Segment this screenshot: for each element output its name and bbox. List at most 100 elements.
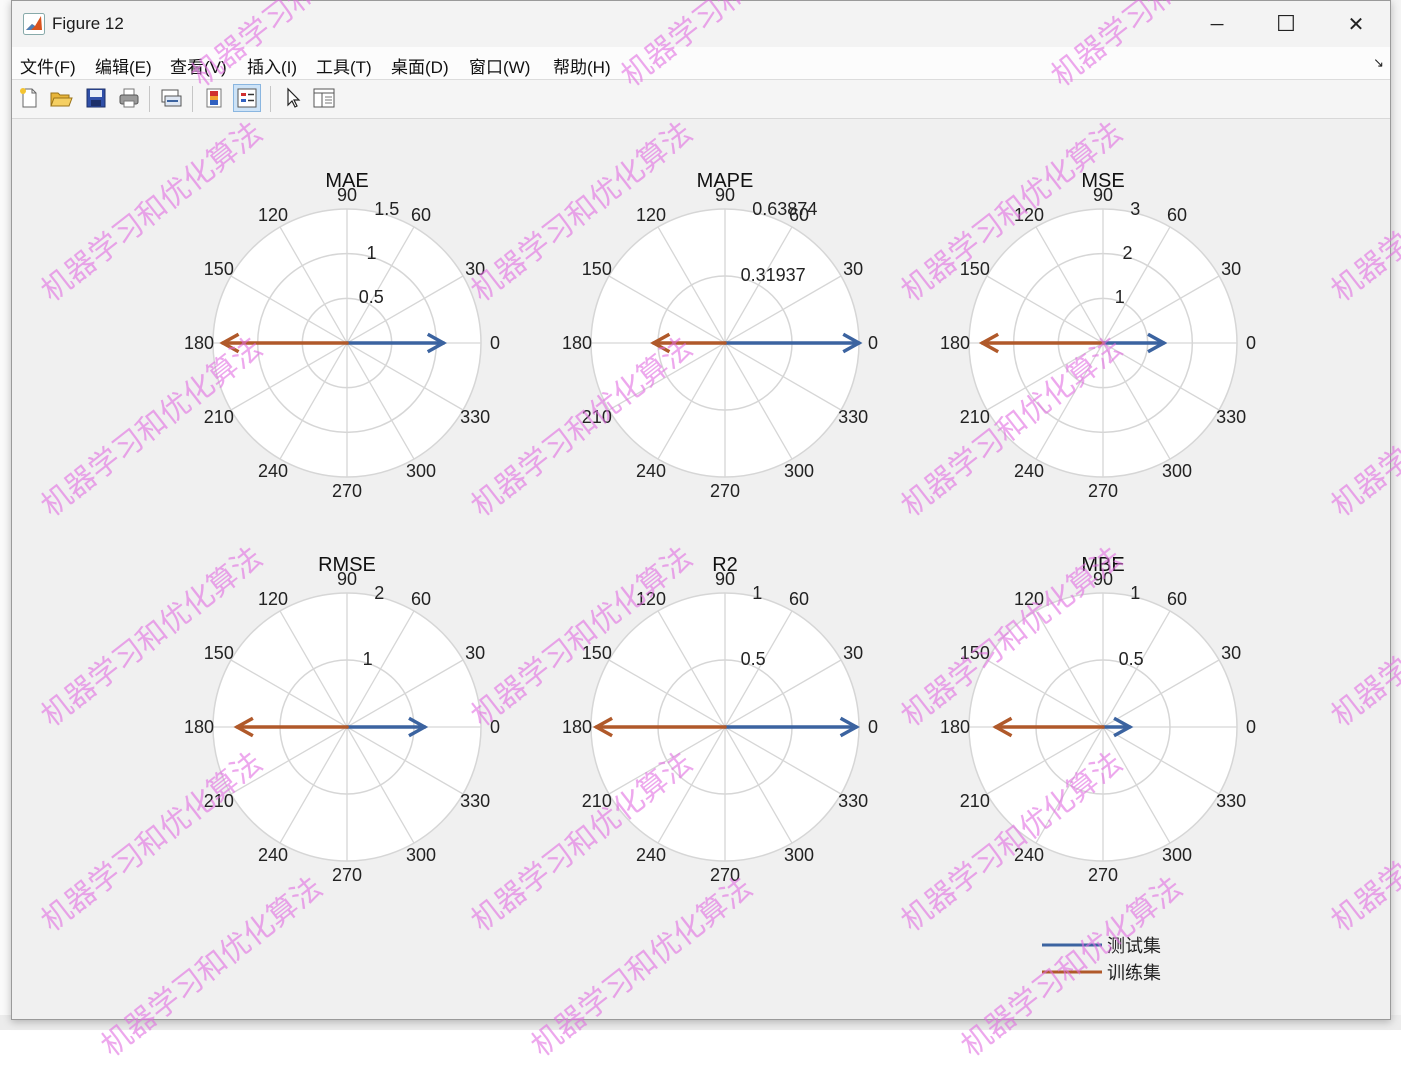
r-tick-label: 1 bbox=[367, 243, 377, 263]
r-tick-label: 0.31937 bbox=[741, 265, 806, 285]
title-bar[interactable]: Figure 12 ─ ☐ ✕ bbox=[12, 1, 1390, 47]
polar-title: RMSE bbox=[318, 554, 376, 576]
link-plot-button[interactable] bbox=[157, 84, 185, 112]
r-tick-label: 1 bbox=[1130, 583, 1140, 603]
save-button[interactable] bbox=[82, 84, 110, 112]
theta-tick-label: 240 bbox=[1014, 461, 1044, 481]
matlab-app-icon bbox=[23, 13, 45, 35]
theta-tick-label: 270 bbox=[710, 865, 740, 885]
theta-tick-label: 150 bbox=[204, 259, 234, 279]
open-file-icon bbox=[50, 92, 73, 107]
edit-plot-button[interactable] bbox=[278, 84, 306, 112]
theta-tick-label: 270 bbox=[1088, 865, 1118, 885]
property-inspector-button[interactable] bbox=[310, 84, 338, 112]
r-tick-label: 2 bbox=[1123, 243, 1133, 263]
insert-legend-icon bbox=[237, 88, 257, 108]
minimize-button[interactable]: ─ bbox=[1188, 5, 1246, 43]
polar-title: MAE bbox=[325, 170, 368, 192]
menu-tools[interactable]: 工具(T) bbox=[316, 53, 372, 78]
property-inspector-icon bbox=[313, 88, 335, 108]
r-tick-label: 1 bbox=[752, 583, 762, 603]
theta-tick-label: 180 bbox=[940, 717, 970, 737]
new-figure-icon bbox=[20, 88, 37, 108]
menu-overflow-icon[interactable]: ↘ bbox=[1373, 55, 1384, 71]
print-button[interactable] bbox=[115, 84, 143, 112]
menu-desktop[interactable]: 桌面(D) bbox=[391, 53, 449, 78]
menu-window[interactable]: 窗口(W) bbox=[469, 53, 530, 78]
theta-tick-label: 150 bbox=[960, 259, 990, 279]
polar-axes-r2[interactable]: 0.510306090120150180210240270300330R2 bbox=[562, 554, 878, 885]
theta-tick-label: 60 bbox=[789, 205, 809, 225]
theta-tick-label: 330 bbox=[1216, 407, 1246, 427]
r-tick-label: 0.5 bbox=[1119, 649, 1144, 669]
menu-edit[interactable]: 编辑(E) bbox=[95, 53, 152, 78]
theta-tick-label: 60 bbox=[411, 205, 431, 225]
theta-tick-label: 60 bbox=[1167, 205, 1187, 225]
theta-tick-label: 120 bbox=[258, 205, 288, 225]
polar-axes-mae[interactable]: 0.511.50306090120150180210240270300330MA… bbox=[184, 170, 500, 501]
theta-tick-label: 300 bbox=[784, 845, 814, 865]
polar-axes-mse[interactable]: 1230306090120150180210240270300330MSE bbox=[940, 170, 1256, 501]
menu-help[interactable]: 帮助(H) bbox=[553, 53, 611, 78]
theta-tick-label: 300 bbox=[406, 461, 436, 481]
insert-legend-button[interactable] bbox=[233, 84, 261, 112]
theta-tick-label: 180 bbox=[940, 333, 970, 353]
theta-tick-label: 180 bbox=[562, 333, 592, 353]
maximize-icon: ☐ bbox=[1276, 11, 1296, 36]
theta-tick-label: 0 bbox=[1246, 717, 1256, 737]
new-figure-button[interactable] bbox=[15, 84, 43, 112]
polar-axes-mape[interactable]: 0.319370.6387403060901201501802102402703… bbox=[562, 170, 878, 501]
menu-insert[interactable]: 插入(I) bbox=[247, 53, 297, 78]
close-button[interactable]: ✕ bbox=[1327, 5, 1385, 43]
theta-tick-label: 150 bbox=[582, 643, 612, 663]
theta-tick-label: 240 bbox=[258, 845, 288, 865]
minimize-icon: ─ bbox=[1210, 13, 1224, 34]
theta-tick-label: 330 bbox=[460, 791, 490, 811]
figure-toolbar bbox=[12, 80, 1390, 119]
open-file-button[interactable] bbox=[47, 84, 75, 112]
menu-file[interactable]: 文件(F) bbox=[20, 53, 76, 78]
polar-axes-rmse[interactable]: 120306090120150180210240270300330RMSE bbox=[184, 554, 500, 885]
toolbar-separator bbox=[149, 86, 150, 112]
polar-title: R2 bbox=[712, 554, 738, 576]
theta-tick-label: 0 bbox=[490, 717, 500, 737]
theta-tick-label: 210 bbox=[582, 791, 612, 811]
theta-tick-label: 210 bbox=[960, 407, 990, 427]
insert-colorbar-icon bbox=[206, 88, 222, 108]
theta-tick-label: 270 bbox=[332, 865, 362, 885]
menu-bar: 文件(F) 编辑(E) 查看(V) 插入(I) 工具(T) 桌面(D) 窗口(W… bbox=[12, 47, 1390, 80]
r-tick-label: 0.5 bbox=[741, 649, 766, 669]
theta-tick-label: 240 bbox=[636, 461, 666, 481]
insert-colorbar-button[interactable] bbox=[200, 84, 228, 112]
r-tick-label: 1 bbox=[1115, 287, 1125, 307]
theta-tick-label: 300 bbox=[1162, 461, 1192, 481]
theta-tick-label: 120 bbox=[1014, 205, 1044, 225]
r-tick-label: 3 bbox=[1130, 199, 1140, 219]
theta-tick-label: 30 bbox=[465, 643, 485, 663]
r-tick-label: 2 bbox=[374, 583, 384, 603]
polar-title: MSE bbox=[1081, 170, 1124, 192]
theta-tick-label: 0 bbox=[1246, 333, 1256, 353]
legend-label-train: 训练集 bbox=[1107, 963, 1161, 983]
polar-axes-mbe[interactable]: 0.510306090120150180210240270300330MBE bbox=[940, 554, 1256, 885]
theta-tick-label: 330 bbox=[460, 407, 490, 427]
theta-tick-label: 240 bbox=[258, 461, 288, 481]
theta-tick-label: 210 bbox=[204, 791, 234, 811]
window-title: Figure 12 bbox=[52, 14, 124, 33]
toolbar-separator bbox=[192, 86, 193, 112]
theta-tick-label: 120 bbox=[636, 589, 666, 609]
theta-tick-label: 210 bbox=[204, 407, 234, 427]
toolbar-separator bbox=[270, 86, 271, 112]
theta-tick-label: 330 bbox=[838, 791, 868, 811]
theta-tick-label: 120 bbox=[1014, 589, 1044, 609]
legend-label-test: 测试集 bbox=[1107, 936, 1161, 956]
maximize-button[interactable]: ☐ bbox=[1257, 5, 1315, 43]
theta-tick-label: 300 bbox=[406, 845, 436, 865]
edit-plot-arrow-icon bbox=[287, 87, 301, 108]
theta-tick-label: 150 bbox=[582, 259, 612, 279]
theta-tick-label: 150 bbox=[204, 643, 234, 663]
theta-tick-label: 60 bbox=[411, 589, 431, 609]
legend[interactable]: 测试集 训练集 bbox=[1022, 925, 1172, 989]
theta-tick-label: 180 bbox=[562, 717, 592, 737]
menu-view[interactable]: 查看(V) bbox=[170, 53, 227, 78]
